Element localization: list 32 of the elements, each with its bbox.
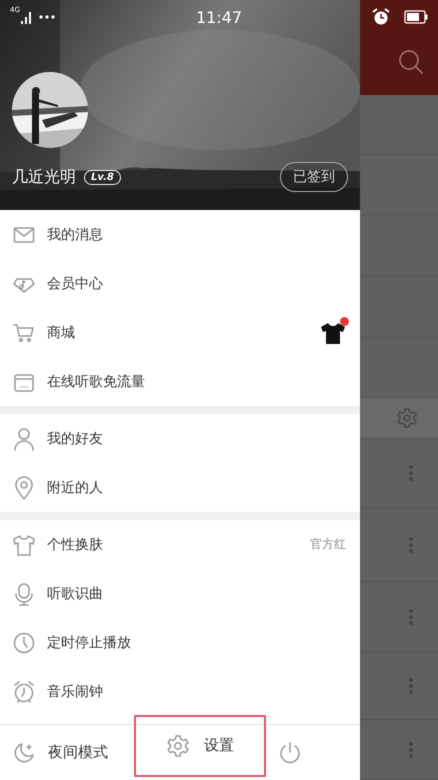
settings-button[interactable]: 设置 — [134, 714, 266, 776]
settings-icon — [166, 734, 190, 758]
alarm-clock-icon — [13, 680, 35, 704]
more-icon[interactable] — [408, 536, 414, 554]
menu-item[interactable]: 我的好友 — [0, 414, 360, 463]
microphone-icon — [13, 582, 35, 606]
menu-item[interactable]: 商城 — [0, 308, 360, 357]
current-skin: 官方红 — [310, 536, 346, 553]
cart-icon — [13, 322, 35, 344]
search-icon[interactable] — [398, 48, 424, 75]
power-icon — [278, 740, 302, 764]
alarm-clock-icon — [372, 8, 390, 26]
menu-item[interactable]: 我的消息 — [0, 210, 360, 259]
menu-item[interactable]: 在线听歌免流量 — [0, 357, 360, 406]
location-pin-icon — [13, 476, 35, 500]
more-icon[interactable] — [408, 464, 414, 482]
menu-item[interactable]: 定时停止播放 — [0, 618, 360, 667]
settings-icon[interactable] — [396, 406, 418, 429]
menu-item[interactable]: 音乐闹钟 — [0, 667, 360, 716]
menu-item[interactable]: 听歌识曲 — [0, 569, 360, 618]
menu-item[interactable]: 个性换肤 官方红 — [0, 520, 360, 569]
menu-item[interactable]: 附近的人 — [0, 463, 360, 512]
more-icon[interactable] — [408, 740, 414, 759]
clock-icon — [13, 632, 35, 654]
more-icon[interactable] — [408, 677, 414, 696]
moon-icon — [12, 740, 36, 764]
battery-icon — [404, 10, 428, 24]
t-shirt-icon — [13, 534, 35, 556]
night-mode-button[interactable]: 夜间模式 — [12, 726, 134, 778]
person-icon — [13, 426, 35, 450]
menu-item[interactable]: 会员中心 — [0, 259, 360, 308]
more-icon[interactable] — [408, 608, 414, 626]
